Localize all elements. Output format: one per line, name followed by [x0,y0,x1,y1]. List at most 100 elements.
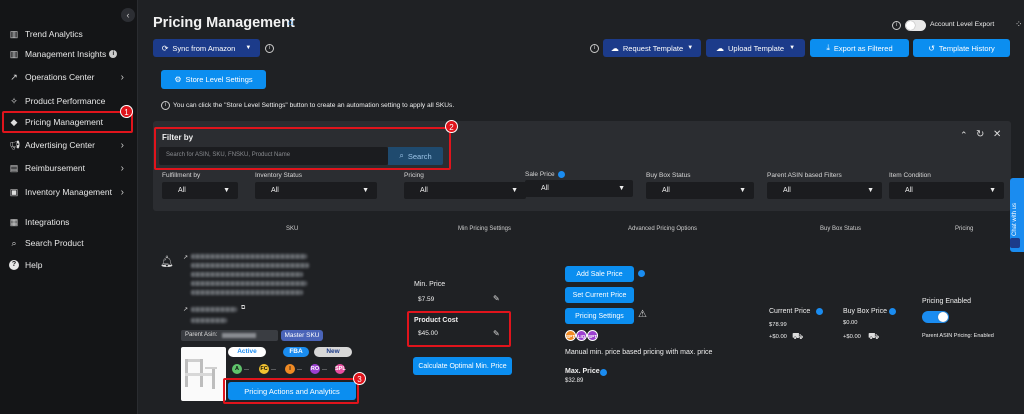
chevron-down-icon: ▼ [618,185,625,192]
sidebar-item-product-performance[interactable]: ✧ Product Performance [0,90,138,112]
filter-select-value: All [541,185,549,192]
chat-with-us-label: Chat with us [1012,202,1018,236]
parent-asin-label: Parent Asin: [185,332,218,338]
filter-select-value: All [783,187,791,194]
add-sale-price-info-icon[interactable] [638,270,645,277]
current-price-info-icon[interactable] [816,308,823,315]
filter-select[interactable]: All ▼ [646,182,754,199]
filter-label: Sale Price [525,171,565,178]
filter-select-value: All [271,187,279,194]
chat-bubble-icon[interactable] [1010,238,1020,248]
buy-box-price-value: $0.00 [843,320,858,326]
product-title-blurred [191,281,307,286]
tag-connector: — [322,367,327,373]
grid-icon: ▦ [9,217,19,227]
table-header: SKU [286,226,299,232]
buy-box-info-icon[interactable] [889,308,896,315]
store-level-info-icon: i [161,101,170,110]
chevron-down-icon: ▼ [362,187,369,194]
sidebar-item-integrations[interactable]: ▦ Integrations [0,211,138,233]
info-icon[interactable]: i [892,21,901,30]
sidebar-item-inventory-management[interactable]: ▣ Inventory Management › [0,181,138,203]
collapse-up-icon[interactable]: ⌃ [960,130,968,141]
app-root: ‹ ▥ Trend Analytics ▥ Management Insights i ↗… [0,0,1024,414]
template-info-icon[interactable]: i [590,44,599,53]
filter-select[interactable]: All ▼ [767,182,882,199]
filter-label: Fulfillment by [162,172,201,179]
request-template-button[interactable]: ☁ Request Template ▼ [603,39,701,57]
sync-info-icon[interactable]: i [265,44,274,53]
current-shipping-value: +$0.00 [769,334,787,340]
sidebar-item-label: Product Performance [25,96,106,106]
filter-select[interactable]: All ▼ [889,182,1004,199]
tag-connector: — [271,367,276,373]
parent-asin-chip[interactable]: Parent Asin: [181,330,278,341]
chevron-right-icon: › [120,186,124,198]
filter-select[interactable]: All ▼ [255,182,377,199]
close-icon[interactable]: ✕ [993,129,1001,140]
sidebar-item-reimbursement[interactable]: ▤ Reimbursement › [0,157,138,179]
pricing-enabled-label: Pricing Enabled [922,298,972,305]
sidebar-item-help[interactable]: ? Help [0,254,138,276]
copy-icon[interactable]: ⧉ [241,305,245,312]
max-price-info-icon[interactable] [600,369,607,376]
tag-badge: I [285,364,295,374]
sidebar-item-search-product[interactable]: ⌕ Search Product [0,232,138,254]
store-level-settings-button[interactable]: ⚙ Store Level Settings [161,70,266,89]
sidebar-item-trend-analytics[interactable]: ▥ Trend Analytics [0,23,138,45]
sidebar-item-label: Search Product [25,238,84,248]
export-as-filtered-button[interactable]: ⤓ Export as Filtered [810,39,909,57]
filter-select-value: All [420,187,428,194]
account-level-export-toggle[interactable] [905,20,926,31]
notification-bell-icon[interactable]: 🔔︎ [160,255,174,268]
strategy-badge: SPT [565,330,576,341]
current-price-label: Current Price [769,308,811,315]
sidebar-item-label: Trend Analytics [25,29,83,39]
callout-badge-3: 3 [353,372,366,385]
filter-select[interactable]: All ▼ [525,180,633,197]
pricing-settings-button[interactable]: Pricing Settings [565,308,634,324]
collapse-sidebar-button[interactable]: ‹ [121,8,135,22]
sidebar-item-operations-center[interactable]: ↗ Operations Center › [0,66,138,88]
filter-select[interactable]: All ▼ [404,182,526,199]
add-sale-price-button[interactable]: Add Sale Price [565,266,634,282]
cloud-upload-icon: ☁ [715,43,724,53]
sidebar-item-management-insights[interactable]: ▥ Management Insights i [0,43,138,65]
sync-from-amazon-button[interactable]: ⟳ Sync from Amazon ▼ [153,39,260,57]
master-sku-badge[interactable]: Master SKU [281,330,323,341]
chevron-down-icon: ▼ [223,187,230,194]
bar-chart-icon: ▥ [9,29,19,39]
shipping-truck-icon: ⛟ [792,331,804,341]
chevron-right-icon: › [120,162,124,174]
settings-grid-icon[interactable]: ⁘ [1015,19,1023,30]
sidebar-item-label: Integrations [25,217,70,227]
filter-select-value: All [905,187,913,194]
tag-connector: — [244,367,249,373]
highlight-box-pricing-actions [223,378,359,404]
highlight-box-product-cost [407,311,511,347]
pricing-enabled-toggle[interactable] [922,311,949,323]
chevron-down-icon: ▼ [511,187,518,194]
filter-select[interactable]: All ▼ [162,182,238,199]
money-icon: ▤ [9,163,19,173]
sidebar-item-label: Advertising Center [25,140,95,150]
external-link-icon[interactable]: ↗ [183,254,188,261]
refresh-icon[interactable]: ↻ [976,129,984,140]
callout-badge-2: 2 [445,120,458,133]
max-price-label: Max. Price [565,368,600,375]
set-current-price-button[interactable]: Set Current Price [565,287,634,303]
product-title-blurred [191,272,303,277]
edit-pencil-icon[interactable]: ✎ [493,294,500,303]
info-icon[interactable] [557,171,565,178]
sidebar-item-advertising-center[interactable]: 📢︎ Advertising Center › [0,134,138,156]
strategy-badge: LIQ [576,330,587,341]
external-link-icon[interactable]: ↗ [183,306,188,313]
home-icon[interactable]: ⌂ [288,17,293,27]
calculate-optimal-min-price-button[interactable]: Calculate Optimal Min. Price [413,357,512,375]
chevron-down-icon: ▼ [789,45,796,51]
upload-template-button[interactable]: ☁ Upload Template ▼ [706,39,805,57]
current-price-value: $78.99 [769,322,787,328]
download-icon: ⤓ [826,43,830,52]
template-history-button[interactable]: ↺ Template History [913,39,1010,57]
status-badge: New [314,347,352,357]
